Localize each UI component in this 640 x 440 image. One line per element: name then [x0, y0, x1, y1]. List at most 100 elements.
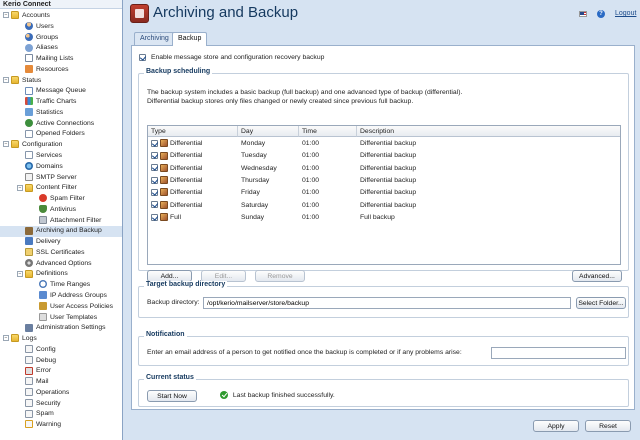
advanced-button[interactable]: Advanced...	[572, 270, 622, 282]
sidebar-item-label: Config	[36, 345, 56, 353]
backup-directory-input[interactable]	[203, 297, 571, 309]
row-enabled-checkbox[interactable]	[151, 164, 158, 172]
target-directory-section: Target backup directory Backup directory…	[138, 281, 629, 318]
sidebar-item-attachment-filter[interactable]: Attachment Filter	[39, 215, 101, 227]
tmpl-icon	[39, 312, 47, 321]
collapse-toggle-icon[interactable]: −	[17, 270, 23, 277]
table-row[interactable]: Differential Tuesday 01:00 Differential bac…	[148, 150, 620, 162]
sidebar-item-debug[interactable]: Debug	[25, 355, 56, 367]
tab-backup[interactable]: Backup	[172, 32, 208, 46]
sidebar-item-status[interactable]: − Status	[3, 75, 41, 87]
sidebar-item-statistics[interactable]: Statistics	[25, 108, 63, 119]
logout-link[interactable]: Logout	[615, 10, 636, 17]
sidebar-item-aliases[interactable]: Aliases	[25, 43, 58, 54]
sidebar-item-resources[interactable]: Resources	[25, 65, 69, 76]
globe-icon	[25, 161, 33, 170]
current-status-section: Current status Start Now Last backup fin…	[138, 374, 629, 407]
us-flag-icon[interactable]	[579, 11, 587, 17]
sidebar: Kerio Connect − Accounts Users Groups Aliase…	[0, 0, 123, 440]
collapse-toggle-icon[interactable]: −	[3, 12, 9, 19]
ops-icon	[25, 388, 33, 397]
sidebar-item-definitions[interactable]: − Definitions	[17, 269, 68, 280]
sidebar-item-security[interactable]: Security	[25, 398, 61, 410]
collapse-toggle-icon[interactable]: −	[3, 141, 9, 148]
sidebar-item-traffic-charts[interactable]: Traffic Charts	[25, 97, 76, 108]
column-header-day[interactable]: Day	[238, 126, 299, 137]
column-header-type[interactable]: Type	[148, 126, 238, 137]
sidebar-item-config[interactable]: Config	[25, 345, 56, 356]
sidebar-item-domains[interactable]: Domains	[25, 161, 63, 173]
row-enabled-checkbox[interactable]	[151, 152, 158, 159]
sidebar-item-ssl-certificates[interactable]: SSL Certificates	[25, 248, 84, 259]
table-row[interactable]: Differential Monday 01:00 Differential back…	[148, 138, 620, 150]
sidebar-item-delivery[interactable]: Delivery	[25, 237, 61, 248]
sidebar-item-opened-folders[interactable]: Opened Folders	[25, 129, 85, 140]
home-icon	[25, 65, 33, 74]
sidebar-item-administration-settings[interactable]: Administration Settings	[25, 323, 106, 334]
sidebar-item-mailing-lists[interactable]: Mailing Lists	[25, 54, 73, 65]
sidebar-item-operations[interactable]: Operations	[25, 388, 69, 399]
column-header-description[interactable]: Description	[357, 126, 620, 137]
sidebar-item-user-access-policies[interactable]: User Access Policies	[39, 301, 113, 313]
sidebar-item-services[interactable]: Services	[25, 151, 62, 162]
sidebar-item-smtp-server[interactable]: SMTP Server	[25, 172, 77, 184]
notification-email-input[interactable]	[491, 347, 626, 359]
sidebar-item-label: Logs	[22, 335, 37, 343]
start-now-button[interactable]: Start Now	[147, 390, 197, 402]
sidebar-item-spam[interactable]: Spam	[25, 409, 54, 420]
sidebar-item-active-connections[interactable]: Active Connections	[25, 118, 94, 130]
help-icon[interactable]: ?	[597, 10, 605, 18]
cell-description: Differential backup	[360, 189, 417, 197]
sidebar-item-time-ranges[interactable]: Time Ranges	[39, 280, 90, 291]
log-icon	[25, 409, 33, 418]
remove-button[interactable]: Remove	[255, 270, 305, 282]
conn-icon	[25, 118, 33, 127]
table-row[interactable]: Differential Wednesday 01:00 Differential b…	[148, 163, 620, 175]
collapse-toggle-icon[interactable]: −	[17, 184, 23, 191]
sidebar-item-groups[interactable]: Groups	[25, 32, 58, 44]
tab-archiving[interactable]: Archiving	[134, 32, 175, 45]
sidebar-item-mail[interactable]: Mail	[25, 377, 48, 388]
sidebar-item-label: Security	[36, 399, 61, 407]
cell-day: Wednesday	[241, 164, 277, 172]
backup-type-icon	[160, 213, 168, 221]
row-enabled-checkbox[interactable]	[151, 201, 158, 209]
row-enabled-checkbox[interactable]	[151, 213, 158, 221]
collapse-toggle-icon[interactable]: −	[3, 76, 9, 83]
sidebar-item-archiving-and-backup[interactable]: Archiving and Backup	[0, 226, 122, 238]
column-header-time[interactable]: Time	[299, 126, 357, 137]
status-message: Last backup finished successfully.	[220, 391, 335, 399]
sidebar-item-accounts[interactable]: − Accounts	[3, 11, 50, 22]
row-enabled-checkbox[interactable]	[151, 176, 158, 184]
sidebar-item-error[interactable]: Error	[25, 366, 51, 377]
table-row[interactable]: Differential Friday 01:00 Differential back…	[148, 187, 620, 199]
sidebar-item-label: Error	[36, 367, 52, 375]
enable-backup-checkbox[interactable]	[139, 53, 146, 61]
sidebar-item-label: Configuration	[22, 141, 63, 149]
table-row[interactable]: Differential Saturday 01:00 Differential ba…	[148, 200, 620, 212]
table-row[interactable]: Full Sunday 01:00 Full backup	[148, 212, 620, 224]
sidebar-item-antivirus[interactable]: Antivirus	[39, 205, 76, 216]
sidebar-item-advanced-options[interactable]: Advanced Options	[25, 258, 92, 270]
apply-button[interactable]: Apply	[533, 420, 579, 432]
select-folder-button[interactable]: Select Folder...	[576, 297, 626, 309]
sidebar-item-message-queue[interactable]: Message Queue	[25, 86, 86, 97]
sidebar-item-label: Administration Settings	[36, 324, 106, 332]
row-enabled-checkbox[interactable]	[151, 188, 158, 196]
table-row[interactable]: Differential Thursday 01:00 Differential ba…	[148, 175, 620, 187]
sidebar-item-content-filter[interactable]: − Content Filter	[17, 183, 77, 194]
sidebar-item-label: Statistics	[36, 108, 64, 116]
enable-backup-row[interactable]: Enable message store and configuration r…	[139, 53, 324, 62]
reset-button[interactable]: Reset	[585, 420, 631, 432]
sidebar-item-user-templates[interactable]: User Templates	[39, 312, 97, 324]
sidebar-item-users[interactable]: Users	[25, 21, 54, 33]
collapse-toggle-icon[interactable]: −	[3, 335, 9, 342]
clip-icon	[39, 215, 47, 224]
sidebar-item-ip-address-groups[interactable]: IP Address Groups	[39, 291, 107, 302]
row-enabled-checkbox[interactable]	[151, 139, 158, 147]
sidebar-item-logs[interactable]: − Logs	[3, 334, 37, 345]
sidebar-item-warning[interactable]: Warning	[25, 420, 61, 431]
sidebar-item-spam-filter[interactable]: Spam Filter	[39, 194, 85, 205]
folder-icon	[25, 183, 33, 192]
sidebar-item-configuration[interactable]: − Configuration	[3, 140, 62, 151]
